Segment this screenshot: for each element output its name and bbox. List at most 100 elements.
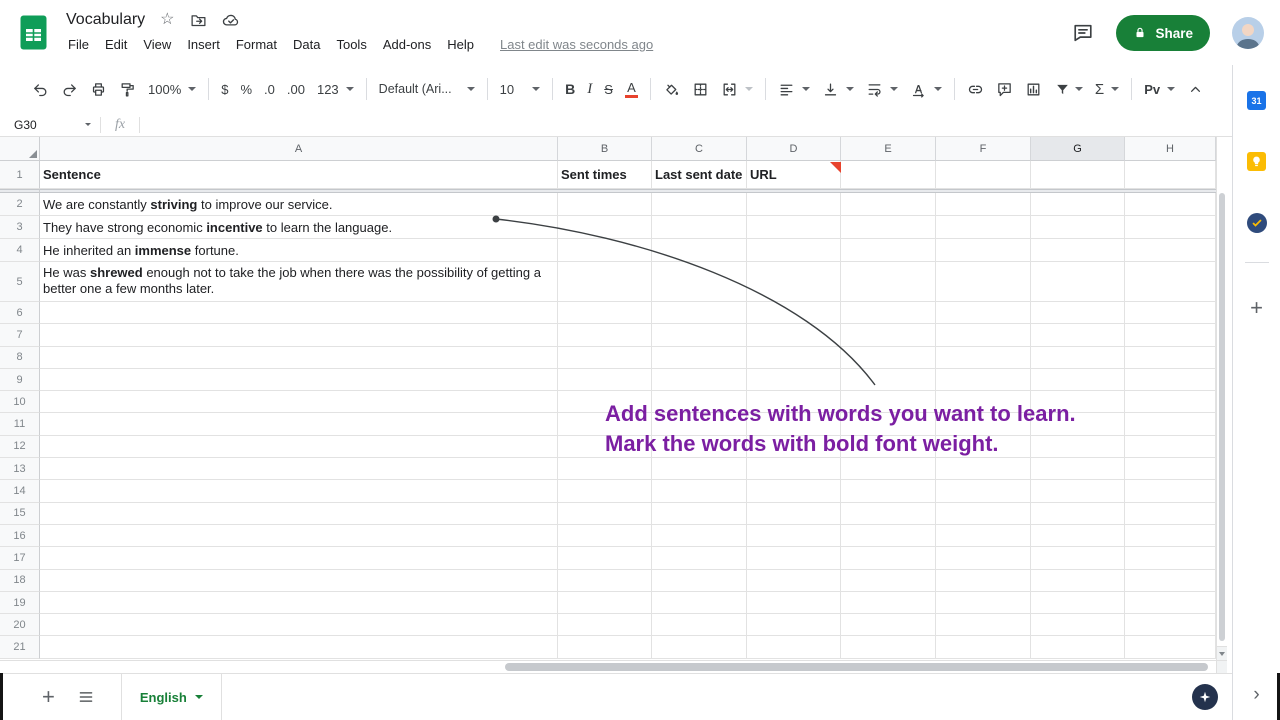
- cell-H13[interactable]: [1125, 458, 1216, 481]
- cell-B14[interactable]: [558, 480, 652, 503]
- horizontal-scrollbar[interactable]: [0, 660, 1227, 673]
- account-avatar[interactable]: [1232, 17, 1264, 49]
- cell-H9[interactable]: [1125, 368, 1216, 392]
- row-header-20[interactable]: 20: [0, 614, 40, 637]
- merge-cells-button[interactable]: [715, 72, 759, 106]
- cell-D7[interactable]: [747, 324, 841, 347]
- cell-B19[interactable]: [558, 591, 652, 615]
- get-add-ons-button[interactable]: +: [1250, 297, 1263, 319]
- row-header-10[interactable]: 10: [0, 391, 40, 414]
- cell-A2[interactable]: We are constantly striving to improve ou…: [40, 193, 558, 216]
- cell-C8[interactable]: [652, 346, 747, 369]
- column-header-A[interactable]: A: [40, 137, 558, 161]
- cell-E13[interactable]: [841, 458, 936, 481]
- column-header-F[interactable]: F: [936, 137, 1031, 161]
- cell-B20[interactable]: [558, 614, 652, 637]
- row-header-13[interactable]: 13: [0, 458, 40, 481]
- cell-E4[interactable]: [841, 239, 936, 262]
- tasks-icon[interactable]: [1246, 213, 1267, 233]
- cell-C21[interactable]: [652, 636, 747, 659]
- sheet-tab-menu-icon[interactable]: [194, 695, 203, 699]
- cell-G20[interactable]: [1031, 614, 1125, 637]
- functions-button[interactable]: Σ: [1089, 72, 1125, 106]
- cell-C1[interactable]: Last sent date: [652, 161, 747, 189]
- row-header-2[interactable]: 2: [0, 193, 40, 216]
- zoom-select[interactable]: 100%: [142, 72, 202, 106]
- vertical-align-button[interactable]: [816, 72, 860, 106]
- cell-E6[interactable]: [841, 302, 936, 325]
- cell-C15[interactable]: [652, 502, 747, 525]
- cell-B2[interactable]: [558, 193, 652, 216]
- cell-B9[interactable]: [558, 368, 652, 392]
- cell-H2[interactable]: [1125, 193, 1216, 216]
- cell-A16[interactable]: [40, 524, 558, 548]
- cell-A14[interactable]: [40, 480, 558, 503]
- document-title[interactable]: Vocabulary: [66, 11, 145, 29]
- cell-F16[interactable]: [936, 524, 1031, 548]
- cell-B6[interactable]: [558, 302, 652, 325]
- cell-H19[interactable]: [1125, 591, 1216, 615]
- last-edit-link[interactable]: Last edit was seconds ago: [500, 37, 653, 52]
- hide-toolbar-button[interactable]: [1181, 72, 1210, 106]
- text-rotation-button[interactable]: [904, 72, 948, 106]
- cell-B21[interactable]: [558, 636, 652, 659]
- cell-D20[interactable]: [747, 614, 841, 637]
- cell-D16[interactable]: [747, 524, 841, 548]
- cell-G8[interactable]: [1031, 346, 1125, 369]
- cell-G17[interactable]: [1031, 547, 1125, 570]
- cell-D19[interactable]: [747, 591, 841, 615]
- insert-link-button[interactable]: [961, 72, 990, 106]
- cell-D15[interactable]: [747, 502, 841, 525]
- cell-G16[interactable]: [1031, 524, 1125, 548]
- cell-H3[interactable]: [1125, 216, 1216, 239]
- cell-G3[interactable]: [1031, 216, 1125, 239]
- column-header-C[interactable]: C: [652, 137, 747, 161]
- cell-E8[interactable]: [841, 346, 936, 369]
- cell-H18[interactable]: [1125, 569, 1216, 592]
- menu-file[interactable]: File: [66, 35, 97, 54]
- cell-H17[interactable]: [1125, 547, 1216, 570]
- cell-C18[interactable]: [652, 569, 747, 592]
- cell-A5[interactable]: He was shrewed enough not to take the jo…: [40, 262, 558, 302]
- row-header-15[interactable]: 15: [0, 502, 40, 525]
- cell-G5[interactable]: [1031, 262, 1125, 302]
- undo-button[interactable]: [26, 72, 55, 106]
- menu-help[interactable]: Help: [439, 35, 482, 54]
- sheets-logo-icon[interactable]: [20, 15, 47, 50]
- cell-A11[interactable]: [40, 413, 558, 436]
- cell-E16[interactable]: [841, 524, 936, 548]
- menu-add-ons[interactable]: Add-ons: [375, 35, 439, 54]
- decrease-decimal-button[interactable]: .0: [258, 72, 281, 106]
- cell-F5[interactable]: [936, 262, 1031, 302]
- star-icon[interactable]: ☆: [160, 12, 174, 28]
- cell-H7[interactable]: [1125, 324, 1216, 347]
- cell-C3[interactable]: [652, 216, 747, 239]
- add-sheet-button[interactable]: +: [42, 686, 55, 708]
- row-header-3[interactable]: 3: [0, 216, 40, 239]
- vertical-scrollbar[interactable]: [1216, 137, 1227, 660]
- cell-A4[interactable]: He inherited an immense fortune.: [40, 239, 558, 262]
- cell-B18[interactable]: [558, 569, 652, 592]
- row-header-18[interactable]: 18: [0, 569, 40, 592]
- cell-C19[interactable]: [652, 591, 747, 615]
- cell-H21[interactable]: [1125, 636, 1216, 659]
- cell-C2[interactable]: [652, 193, 747, 216]
- horizontal-align-button[interactable]: [772, 72, 816, 106]
- cell-G13[interactable]: [1031, 458, 1125, 481]
- cell-A13[interactable]: [40, 458, 558, 481]
- redo-button[interactable]: [55, 72, 84, 106]
- cell-A17[interactable]: [40, 547, 558, 570]
- comment-history-icon[interactable]: [1072, 22, 1094, 44]
- cell-E18[interactable]: [841, 569, 936, 592]
- cell-H16[interactable]: [1125, 524, 1216, 548]
- horizontal-scrollbar-thumb[interactable]: [505, 663, 1208, 671]
- cell-E7[interactable]: [841, 324, 936, 347]
- cell-H20[interactable]: [1125, 614, 1216, 637]
- cell-D6[interactable]: [747, 302, 841, 325]
- row-header-14[interactable]: 14: [0, 480, 40, 503]
- cell-F2[interactable]: [936, 193, 1031, 216]
- row-header-16[interactable]: 16: [0, 524, 40, 548]
- cell-E1[interactable]: [841, 161, 936, 189]
- cell-H6[interactable]: [1125, 302, 1216, 325]
- row-header-8[interactable]: 8: [0, 346, 40, 369]
